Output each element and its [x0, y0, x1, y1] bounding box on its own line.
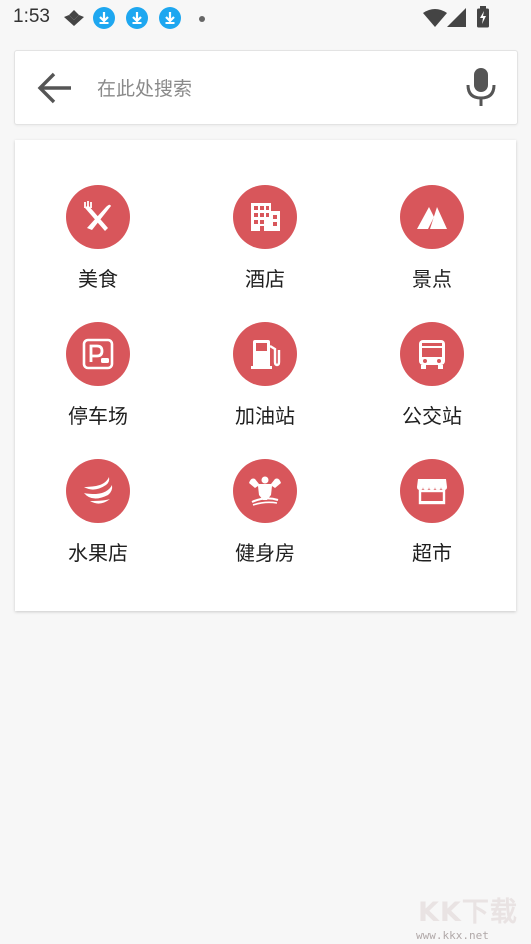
- category-label: 酒店: [245, 267, 285, 291]
- status-bar: 1:53: [0, 0, 531, 36]
- category-label: 加油站: [235, 404, 295, 428]
- download-icon: [126, 7, 148, 33]
- category-bus-stop[interactable]: 公交站: [362, 322, 502, 440]
- store-icon: [417, 479, 447, 505]
- category-label: 超市: [412, 541, 452, 565]
- category-label: 停车场: [68, 404, 128, 428]
- watermark-text: KK下载: [418, 897, 518, 928]
- category-icon-circle: [233, 185, 297, 249]
- fork-knife-icon: [84, 201, 111, 231]
- battery-charging-icon: [476, 6, 490, 32]
- category-icon-circle: [400, 185, 464, 249]
- building-icon: [251, 203, 280, 231]
- mountain-icon: [417, 207, 447, 229]
- category-fruit-shop[interactable]: 水果店: [28, 459, 168, 577]
- category-label: 景点: [412, 267, 452, 291]
- category-gas-station[interactable]: 加油站: [195, 322, 335, 440]
- bus-icon: [419, 340, 445, 369]
- signal-icon: [447, 8, 467, 31]
- category-label: 水果店: [68, 541, 128, 565]
- category-parking[interactable]: 停车场: [28, 322, 168, 440]
- search-input[interactable]: [95, 69, 449, 109]
- parking-icon: [82, 338, 114, 370]
- category-icon-circle: [66, 185, 130, 249]
- category-icon-circle: [66, 459, 130, 523]
- gas-pump-icon: [251, 340, 281, 369]
- category-label: 美食: [78, 267, 118, 291]
- watermark-logo: KK下载 www.kkx.net: [410, 890, 530, 944]
- category-gym[interactable]: 健身房: [195, 459, 335, 577]
- category-label: 健身房: [235, 541, 295, 565]
- wifi-icon: [423, 9, 447, 31]
- arrow-left-icon: [37, 72, 71, 104]
- category-supermarket[interactable]: 超市: [362, 459, 502, 577]
- category-attraction[interactable]: 景点: [362, 185, 502, 303]
- category-icon-circle: [400, 459, 464, 523]
- back-button[interactable]: [35, 69, 75, 107]
- category-icon-circle: [400, 322, 464, 386]
- banana-icon: [84, 477, 113, 504]
- category-hotel[interactable]: 酒店: [195, 185, 335, 303]
- category-label: 公交站: [402, 404, 462, 428]
- download-icon: [159, 7, 181, 33]
- mic-button[interactable]: [461, 65, 501, 109]
- app-notification-icon: [62, 9, 86, 31]
- dot-icon: [199, 16, 205, 22]
- category-grid: 美食 酒店 景点 停车场 加油站 公交站 水果店 健身房 超市: [15, 140, 516, 611]
- download-icon: [93, 7, 115, 33]
- search-bar: [14, 50, 518, 125]
- category-food[interactable]: 美食: [28, 185, 168, 303]
- watermark-url: www.kkx.net: [416, 929, 489, 942]
- mic-icon: [466, 68, 496, 106]
- category-icon-circle: [233, 459, 297, 523]
- category-icon-circle: [233, 322, 297, 386]
- category-icon-circle: [66, 322, 130, 386]
- status-time: 1:53: [13, 6, 50, 27]
- fitness-icon: [249, 476, 281, 506]
